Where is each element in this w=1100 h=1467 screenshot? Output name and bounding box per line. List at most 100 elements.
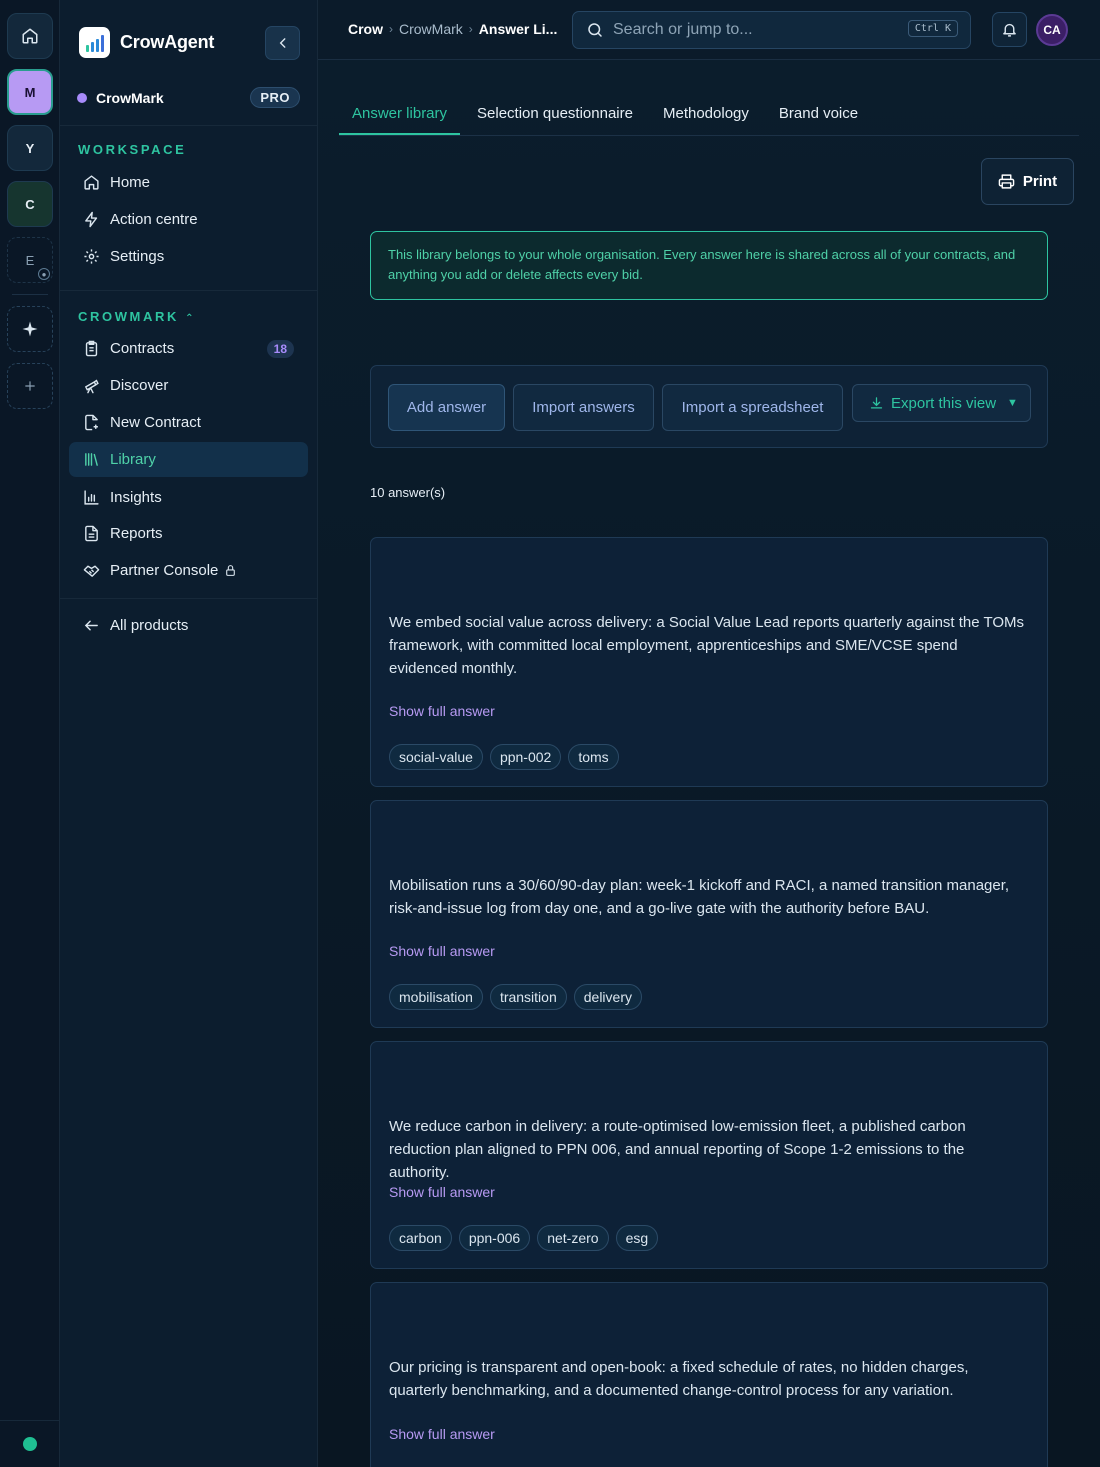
workspace-y-button[interactable]: Y — [7, 125, 53, 171]
report-icon — [83, 525, 100, 542]
sidebar-item-new-contract[interactable]: New Contract — [69, 405, 308, 440]
breadcrumb-crowmark[interactable]: CrowMark — [399, 21, 463, 37]
answer-card: We embed social value across delivery: a… — [370, 537, 1048, 787]
download-icon — [870, 396, 883, 408]
tag[interactable]: ppn-006 — [458, 1225, 531, 1251]
shared-library-notice: This library belongs to your whole organ… — [370, 231, 1048, 300]
topbar: Crow › CrowMark › Answer Li... Search or… — [318, 0, 1100, 60]
sidebar-item-discover[interactable]: Discover — [69, 368, 308, 403]
show-full-answer-link[interactable]: Show full answer — [389, 1426, 495, 1442]
org-color-dot — [77, 92, 87, 103]
sidebar-item-contracts[interactable]: Contracts 18 — [69, 331, 308, 366]
show-full-answer-link[interactable]: Show full answer — [389, 703, 495, 719]
lock-icon — [224, 564, 237, 577]
lock-badge-icon: ● — [38, 268, 50, 280]
tag[interactable]: transition — [489, 984, 567, 1010]
tag-list: social-value ppn-002 toms — [389, 744, 619, 770]
sidebar-item-action-centre[interactable]: Action centre — [69, 202, 308, 237]
rail-divider — [12, 294, 48, 295]
tab-selection-questionnaire[interactable]: Selection questionnaire — [464, 96, 646, 135]
tab-answer-library[interactable]: Answer library — [339, 96, 461, 135]
answer-card: Mobilisation runs a 30/60/90-day plan: w… — [370, 800, 1048, 1028]
main-content: Answer library Selection questionnaire M… — [318, 60, 1100, 1467]
sidebar: CrowAgent CrowMark PRO WORKSPACE Home Ac… — [60, 0, 318, 1467]
home-rail-button[interactable] — [7, 13, 53, 59]
sidebar-item-partner-console[interactable]: Partner Console — [69, 553, 308, 588]
sidebar-item-label: Settings — [110, 248, 165, 265]
answer-count: 10 answer(s) — [370, 485, 446, 500]
sidebar-item-label: Library — [110, 451, 156, 468]
import-answers-button[interactable]: Import answers — [513, 384, 654, 431]
collapse-sidebar-button[interactable] — [265, 26, 300, 60]
show-full-answer-link[interactable]: Show full answer — [389, 943, 495, 959]
telescope-icon — [83, 377, 100, 394]
add-answer-button[interactable]: Add answer — [388, 384, 505, 431]
crowmark-section-label[interactable]: CROWMARK ⌃ — [78, 309, 194, 324]
all-products-link[interactable]: All products — [69, 608, 308, 643]
export-view-button[interactable]: Export this view ▼ — [852, 384, 1031, 422]
chevron-up-icon: ⌃ — [185, 313, 194, 324]
tab-bar: Answer library Selection questionnaire M… — [339, 96, 1079, 136]
tab-methodology[interactable]: Methodology — [650, 96, 762, 135]
org-switcher[interactable]: CrowMark PRO — [77, 87, 300, 108]
tag[interactable]: net-zero — [537, 1225, 609, 1251]
answer-text: We reduce carbon in delivery: a route-op… — [389, 1118, 966, 1181]
tag[interactable]: social-value — [389, 744, 483, 770]
plus-icon — [25, 381, 35, 391]
tag[interactable]: ppn-002 — [489, 744, 562, 770]
sidebar-divider — [60, 598, 318, 599]
sidebar-item-library[interactable]: Library — [69, 442, 308, 477]
sidebar-item-settings[interactable]: Settings — [69, 239, 308, 274]
chart-icon — [83, 489, 100, 506]
tag[interactable]: toms — [568, 744, 619, 770]
org-name: CrowMark — [96, 89, 164, 106]
sidebar-item-label: Action centre — [110, 211, 198, 228]
tag[interactable]: carbon — [389, 1225, 452, 1251]
gear-icon — [83, 248, 100, 265]
export-label: Export this view — [891, 394, 997, 412]
home-icon — [22, 28, 38, 44]
breadcrumb-crow[interactable]: Crow — [348, 21, 383, 37]
sidebar-item-label: Reports — [110, 525, 163, 542]
tag[interactable]: mobilisation — [389, 984, 483, 1010]
tab-brand-voice[interactable]: Brand voice — [766, 96, 871, 135]
shortcut-hint: Ctrl K — [907, 20, 958, 37]
home-icon — [83, 174, 100, 191]
status-indicator — [23, 1437, 37, 1451]
sidebar-item-label: Insights — [110, 489, 162, 506]
workspace-m-button[interactable]: M — [7, 69, 53, 115]
tag[interactable]: delivery — [573, 984, 642, 1010]
sparkle-icon — [22, 321, 38, 337]
show-full-answer-link[interactable]: Show full answer — [389, 1184, 495, 1200]
handshake-icon — [83, 562, 100, 579]
print-label: Print — [1022, 173, 1058, 190]
workspace-c-button[interactable]: C — [7, 181, 53, 227]
bell-icon — [1003, 23, 1016, 37]
search-input[interactable]: Search or jump to... Ctrl K — [572, 11, 971, 49]
chevron-left-icon — [279, 38, 285, 48]
tag-list: carbon ppn-006 net-zero esg — [389, 1225, 659, 1251]
import-spreadsheet-button[interactable]: Import a spreadsheet — [662, 384, 843, 431]
workspace-e-button[interactable]: E ● — [7, 237, 53, 283]
brand-logo-icon — [79, 27, 110, 58]
library-icon — [83, 451, 100, 468]
plan-badge: PRO — [250, 87, 300, 108]
breadcrumb-separator: › — [468, 22, 473, 36]
printer-icon — [998, 174, 1015, 189]
print-button[interactable]: Print — [981, 158, 1074, 205]
sidebar-item-insights[interactable]: Insights — [69, 480, 308, 515]
breadcrumb-separator: › — [389, 22, 393, 36]
sidebar-item-home[interactable]: Home — [69, 165, 308, 200]
add-workspace-button[interactable] — [7, 363, 53, 409]
answer-text: Our pricing is transparent and open-book… — [389, 1359, 969, 1399]
avatar[interactable]: CA — [1036, 14, 1068, 46]
contracts-count-badge: 18 — [266, 339, 294, 358]
all-products-label: All products — [110, 617, 189, 634]
brand[interactable]: CrowAgent — [79, 27, 214, 58]
sidebar-item-reports[interactable]: Reports — [69, 516, 308, 551]
ai-assistant-button[interactable] — [7, 306, 53, 352]
tag[interactable]: esg — [615, 1225, 659, 1251]
search-icon — [588, 23, 602, 37]
notifications-button[interactable] — [992, 12, 1027, 47]
sidebar-item-label: New Contract — [110, 414, 201, 431]
